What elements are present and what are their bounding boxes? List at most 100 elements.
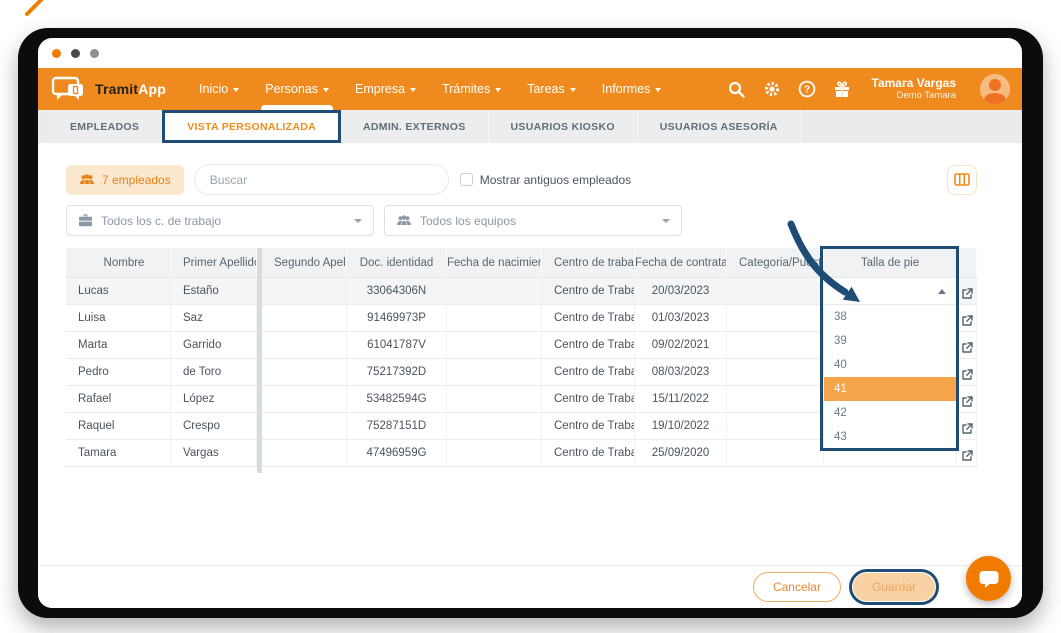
cell-apellido2 (262, 359, 347, 386)
external-link-icon (961, 396, 973, 408)
cell-nombre: Rafael (66, 386, 171, 413)
window-close-button[interactable] (52, 49, 61, 58)
speech-bubble-logo-icon (50, 74, 90, 104)
frozen-column-divider (257, 467, 262, 473)
cell-nombre: Lucas (66, 278, 171, 305)
employees-table: NombrePrimer ApellidoSegundo ApellidoDoc… (66, 248, 977, 467)
shoe-size-option-38[interactable]: 38 (824, 305, 957, 329)
open-employee-button[interactable] (957, 386, 977, 413)
chat-widget-button[interactable] (966, 556, 1011, 601)
gift-icon[interactable] (833, 80, 851, 98)
window-titlebar (38, 38, 1022, 68)
device-frame: TramitApp Inicio Personas Empresa Trámites T… (18, 28, 1043, 618)
cell-apellido2 (262, 332, 347, 359)
open-employee-button[interactable] (957, 359, 977, 386)
cell-doc: 47496959G (347, 440, 447, 467)
cell-nacimiento (447, 359, 542, 386)
external-link-icon (961, 342, 973, 354)
cell-contratacion: 15/11/2022 (635, 386, 727, 413)
employee-count-badge: 7 empleados (66, 165, 184, 195)
section-tabbar: EMPLEADOSVISTA PERSONALIZADAADMIN. EXTER… (38, 110, 1022, 143)
window-minimize-button[interactable] (71, 49, 80, 58)
shoe-size-option-42[interactable]: 42 (824, 401, 957, 425)
tramitapp-logo[interactable]: TramitApp (50, 74, 166, 104)
cell-apellido1: López (171, 386, 257, 413)
cell-apellido1: Vargas (171, 440, 257, 467)
chevron-up-icon (938, 289, 946, 294)
tab-empleados[interactable]: EMPLEADOS (48, 110, 162, 143)
menu-item-label: Empresa (355, 82, 405, 96)
cell-doc: 53482594G (347, 386, 447, 413)
cell-centro: Centro de Trabajo de E (542, 413, 635, 440)
former-employees-checkbox[interactable] (460, 173, 473, 186)
user-menu[interactable]: Tamara Vargas Demo Tamara (872, 77, 957, 101)
menu-item-label: Informes (602, 82, 651, 96)
former-employees-label: Mostrar antiguos empleados (480, 173, 631, 187)
cell-nacimiento (447, 386, 542, 413)
open-employee-button[interactable] (957, 413, 977, 440)
avatar[interactable] (980, 74, 1010, 104)
cell-nombre: Pedro (66, 359, 171, 386)
cancel-button[interactable]: Cancelar (753, 572, 841, 602)
external-link-icon (961, 288, 973, 300)
teams-select[interactable]: Todos los equipos (384, 205, 682, 236)
search-input[interactable] (194, 164, 449, 195)
menu-item-trmites[interactable]: Trámites (429, 68, 514, 110)
employee-count-label: 7 empleados (102, 173, 171, 187)
window-maximize-button[interactable] (90, 49, 99, 58)
help-icon[interactable]: ? (798, 80, 816, 98)
teams-select-value: Todos los equipos (420, 214, 516, 228)
open-employee-button[interactable] (957, 278, 977, 305)
cell-categoria (727, 440, 824, 467)
menu-item-inicio[interactable]: Inicio (186, 68, 252, 110)
cell-nombre: Marta (66, 332, 171, 359)
cell-doc: 61041787V (347, 332, 447, 359)
menu-item-tareas[interactable]: Tareas (514, 68, 589, 110)
user-subtitle: Demo Tamara (872, 90, 957, 101)
cell-doc: 33064306N (347, 278, 447, 305)
tab-admin-externos[interactable]: ADMIN. EXTERNOS (341, 110, 489, 143)
gear-icon[interactable] (763, 80, 781, 98)
column-header-nacimiento: Fecha de nacimiento (447, 248, 542, 278)
column-header-apellido1: Primer Apellido (171, 248, 257, 278)
cell-centro: Centro de Trabajo de E (542, 305, 635, 332)
tab-usuarios-asesor-a[interactable]: USUARIOS ASESORÍA (638, 110, 801, 143)
tab-usuarios-kiosko[interactable]: USUARIOS KIOSKO (489, 110, 638, 143)
column-settings-button[interactable] (947, 165, 977, 195)
save-button[interactable]: Guardar (853, 573, 935, 601)
work-center-select[interactable]: Todos los c. de trabajo (66, 205, 374, 236)
search-icon[interactable] (728, 80, 746, 98)
menu-item-personas[interactable]: Personas (252, 68, 342, 110)
open-employee-button[interactable] (957, 440, 977, 467)
work-center-select-value: Todos los c. de trabajo (101, 214, 221, 228)
shoe-size-option-40[interactable]: 40 (824, 353, 957, 377)
column-header-doc: Doc. identidad (347, 248, 447, 278)
column-header-talla: Talla de pie (824, 248, 957, 278)
menu-item-empresa[interactable]: Empresa (342, 68, 429, 110)
menu-item-informes[interactable]: Informes (589, 68, 675, 110)
open-employee-button[interactable] (957, 332, 977, 359)
menu-item-label: Inicio (199, 82, 228, 96)
cell-apellido2 (262, 278, 347, 305)
tab-vista-personalizada[interactable]: VISTA PERSONALIZADA (162, 110, 341, 143)
cell-nacimiento (447, 278, 542, 305)
column-header-nombre: Nombre (66, 248, 171, 278)
cell-nacimiento (447, 413, 542, 440)
table-row[interactable]: LucasEstaño33064306NCentro de Trabajo de… (66, 278, 977, 305)
shoe-size-option-39[interactable]: 39 (824, 329, 957, 353)
shoe-size-option-43[interactable]: 43 (824, 425, 957, 449)
cell-apellido1: Crespo (171, 413, 257, 440)
open-employee-button[interactable] (957, 305, 977, 332)
people-icon (79, 174, 95, 186)
cell-contratacion: 01/03/2023 (635, 305, 727, 332)
shoe-size-option-41[interactable]: 41 (824, 377, 957, 401)
menu-item-label: Trámites (442, 82, 490, 96)
cell-categoria (727, 359, 824, 386)
cell-nombre: Raquel (66, 413, 171, 440)
external-link-icon (961, 450, 973, 462)
external-link-icon (961, 315, 973, 327)
cell-doc: 75287151D (347, 413, 447, 440)
shoe-size-select[interactable] (824, 278, 957, 305)
cell-nacimiento (447, 305, 542, 332)
chevron-down-icon (354, 219, 362, 223)
